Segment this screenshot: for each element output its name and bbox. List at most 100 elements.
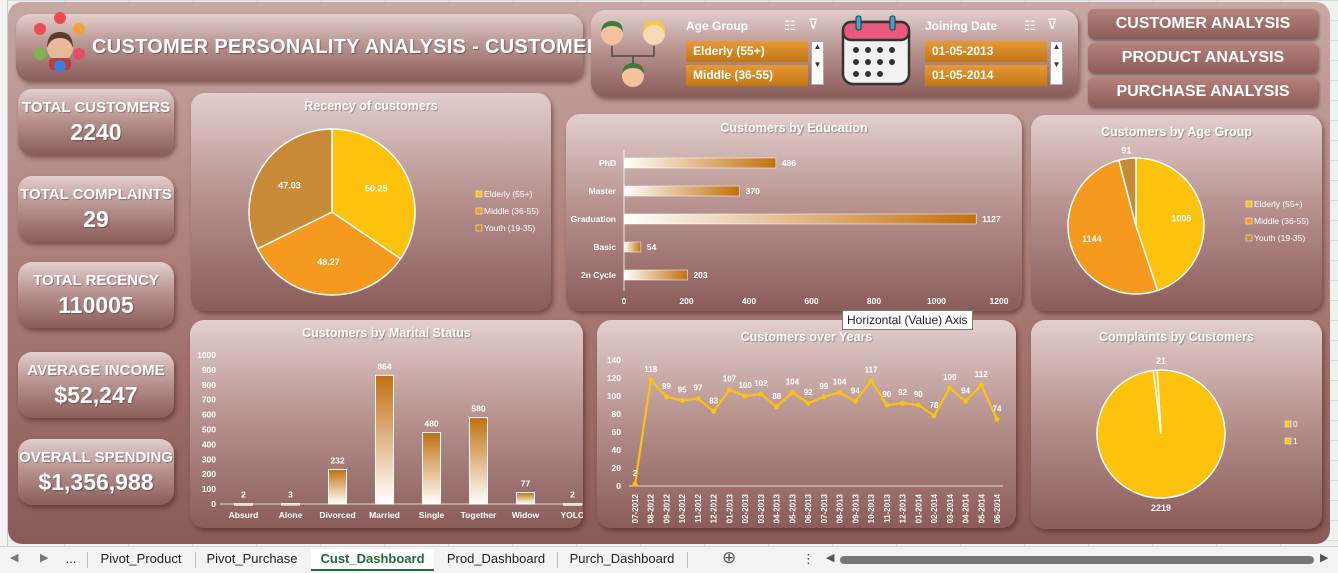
tick-label: 1000 <box>197 350 216 360</box>
multi-select-icon[interactable]: ☷ <box>784 18 796 34</box>
legend-swatch <box>1245 200 1253 208</box>
kpi-value: 2240 <box>70 119 122 145</box>
row-headers <box>0 0 8 546</box>
tick-label: 04-2013 <box>773 493 782 523</box>
data-point <box>742 393 748 399</box>
tick-label: 600 <box>804 296 818 306</box>
data-label: 104 <box>833 377 847 386</box>
tick-label: 40 <box>612 445 622 455</box>
tab-cust-dashboard[interactable]: Cust_Dashboard <box>311 549 434 571</box>
joining-date-scrollbar[interactable]: ▲ ▼ <box>1050 41 1063 85</box>
bar <box>563 503 582 506</box>
age-group-scrollbar[interactable]: ▲ ▼ <box>811 41 824 85</box>
tick-label: 300 <box>202 454 216 464</box>
tick-label: 07-2013 <box>820 493 829 523</box>
hscroll-right-icon[interactable]: ▶ <box>1320 551 1328 564</box>
tab-pivot-product[interactable]: Pivot_Product <box>88 549 194 571</box>
legend-label: Elderly (55+) <box>484 189 533 199</box>
tab-more[interactable]: ... <box>60 549 82 571</box>
legend-label: 0 <box>1293 419 1298 429</box>
complaints-chart-card[interactable]: Complaints by Customers 2219 21 0 1 <box>1031 320 1322 529</box>
more-options-icon[interactable]: ⋮ <box>802 551 815 567</box>
data-point <box>821 394 827 400</box>
scroll-right-icon[interactable]: ▶ <box>40 551 48 564</box>
marital-bar-chart: 0 100 200 300 400 500 600 700 800 900 1000 2 Absurd 3… <box>197 350 583 520</box>
tick-label: 07-2012 <box>631 493 640 523</box>
tick-label: 60 <box>612 427 622 437</box>
series-line <box>633 377 998 485</box>
kpi-total-complaints: TOTAL COMPLAINTS 29 <box>18 176 174 242</box>
data-label: 94 <box>851 386 860 395</box>
tick-label: 700 <box>202 395 216 405</box>
tick-label: 06-2014 <box>993 493 1002 523</box>
data-label: 486 <box>782 158 796 168</box>
tick-label: 800 <box>202 380 216 390</box>
slicer-item-date-2014[interactable]: 01-05-2014 <box>925 65 1047 86</box>
bar <box>623 185 740 197</box>
kpi-total-customers: TOTAL CUSTOMERS 2240 <box>18 89 174 155</box>
slicer-item-date-2013[interactable]: 01-05-2013 <box>925 41 1047 62</box>
tick-label: 120 <box>607 373 621 383</box>
tab-purch-dashboard[interactable]: Purch_Dashboard <box>558 549 686 571</box>
customer-analysis-button[interactable]: CUSTOMER ANALYSIS <box>1088 9 1318 39</box>
tick-label: 01-2013 <box>725 493 734 523</box>
data-point <box>931 413 937 419</box>
data-label: 78 <box>930 401 939 410</box>
tab-prod-dashboard[interactable]: Prod_Dashboard <box>436 549 556 571</box>
data-label: 92 <box>898 388 907 397</box>
scroll-left-icon[interactable]: ◀ <box>10 551 18 564</box>
data-point <box>695 396 701 402</box>
kpi-label: AVERAGE INCOME <box>27 362 165 379</box>
tick-label: 02-2013 <box>741 493 750 523</box>
recency-chart-card[interactable]: Recency of customers 50.25 48.27 47.03 Elde… <box>191 93 551 311</box>
horizontal-scrollbar-thumb[interactable] <box>840 556 1314 564</box>
data-label: 83 <box>709 396 718 405</box>
category-label: Married <box>369 510 400 520</box>
tick-label: 11-2013 <box>883 493 892 522</box>
category-label: Together <box>461 510 497 520</box>
tab-pivot-purchase[interactable]: Pivot_Purchase <box>196 549 308 571</box>
years-chart-card[interactable]: Customers over Years 0 20 40 60 80 100 120 140 2… <box>597 320 1016 528</box>
calendar-icon <box>841 15 911 86</box>
slicer-item-middle[interactable]: Middle (36-55) <box>686 65 808 86</box>
clear-filter-icon[interactable]: ⊽ <box>808 16 818 33</box>
kpi-total-recency: TOTAL RECENCY 110005 <box>18 262 174 328</box>
marital-chart-card[interactable]: Customers by Marital Status 0 100 200 300 40… <box>190 320 583 528</box>
years-line-chart: 0 20 40 60 80 100 120 140 2 07-2012 118 08-2012 99 09… <box>607 355 1003 523</box>
tick-label: 500 <box>202 425 216 435</box>
kpi-label: TOTAL RECENCY <box>33 272 159 289</box>
data-point <box>758 391 764 397</box>
data-label: 95 <box>678 386 687 395</box>
tick-label: 1000 <box>927 296 946 306</box>
product-analysis-button[interactable]: PRODUCT ANALYSIS <box>1088 43 1318 73</box>
legend-label: Youth (19-35) <box>1254 233 1305 243</box>
age-chart-card[interactable]: Customers by Age Group 1005 1144 91 Elderly… <box>1031 115 1322 311</box>
tick-label: 0 <box>616 481 621 491</box>
slicer-item-elderly[interactable]: Elderly (55+) <box>686 41 808 62</box>
data-point <box>726 387 732 393</box>
tick-label: 600 <box>202 410 216 420</box>
data-point <box>963 398 969 404</box>
data-label: 1005 <box>1171 214 1191 224</box>
tick-label: 02-2014 <box>930 493 939 523</box>
education-chart-card[interactable]: Customers by Education PhD 486 Master 370 Gr… <box>566 114 1022 311</box>
legend-label: 1 <box>1293 436 1298 446</box>
data-label: 1127 <box>982 214 1001 224</box>
data-label: 48.27 <box>317 257 340 267</box>
data-point <box>632 481 638 487</box>
data-label: 203 <box>693 270 707 280</box>
add-sheet-icon[interactable]: ⊕ <box>722 548 736 568</box>
age-pie-chart: 1005 1144 91 Elderly (55+) Middle (36-55) You… <box>1067 146 1309 295</box>
clear-filter-icon[interactable]: ⊽ <box>1047 16 1057 33</box>
purchase-analysis-button[interactable]: PURCHASE ANALYSIS <box>1088 77 1318 107</box>
multi-select-icon[interactable]: ☷ <box>1024 18 1036 34</box>
legend-label: Middle (36-55) <box>1254 216 1309 226</box>
data-label: 99 <box>662 382 671 391</box>
data-label: 100 <box>738 381 752 390</box>
hscroll-left-icon[interactable]: ◀ <box>826 551 834 564</box>
data-point <box>978 382 984 388</box>
tick-label: 01-2014 <box>914 493 923 523</box>
data-label: 109 <box>943 373 957 382</box>
data-label: 94 <box>961 386 970 395</box>
bar <box>281 503 300 506</box>
